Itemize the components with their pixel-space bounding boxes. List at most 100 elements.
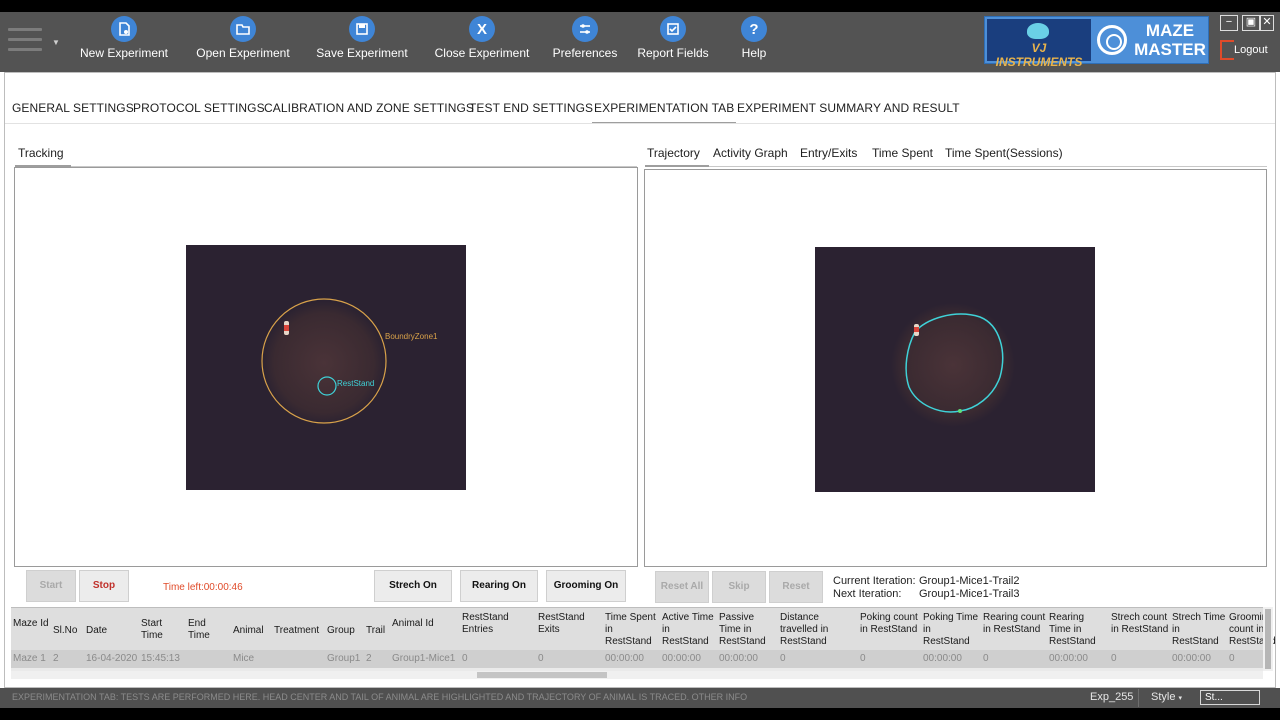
tab-trajectory[interactable]: Trajectory: [647, 146, 700, 160]
tab-tracking[interactable]: Tracking: [18, 146, 64, 160]
close-window-button[interactable]: ✕: [1260, 15, 1274, 31]
menu-icon[interactable]: [8, 28, 42, 56]
table-vertical-scrollbar[interactable]: [1263, 607, 1273, 671]
horizontal-scroll-thumb[interactable]: [477, 672, 607, 678]
column-header[interactable]: Sl.No: [53, 625, 83, 637]
close-experiment-label: Close Experiment: [434, 46, 530, 60]
table-cell: Group1-Mice1: [392, 653, 456, 664]
drop-logo-icon: [1027, 23, 1049, 39]
logout-button[interactable]: Logout: [1218, 40, 1274, 62]
trajectory-tab-underline: [645, 165, 709, 167]
column-header[interactable]: Animal Id: [392, 618, 459, 630]
new-document-icon: [111, 16, 137, 42]
tracking-panel: BoundryZone1 RestStand: [14, 167, 638, 567]
table-row[interactable]: Maze 1 2 16-04-2020 15:45:13 Mice Group1 2 Grou…: [11, 650, 1263, 668]
tab-experiment-summary[interactable]: EXPERIMENT SUMMARY AND RESULT: [737, 101, 960, 115]
table-cell: 00:00:00: [719, 653, 758, 664]
column-header[interactable]: Treatment: [274, 625, 324, 637]
trajectory-header-line: [709, 166, 1267, 167]
open-experiment-label: Open Experiment: [196, 46, 290, 60]
column-header[interactable]: Strech Time in RestStand: [1172, 612, 1226, 648]
column-header[interactable]: Distance travelled in RestStand: [780, 612, 857, 648]
restore-button[interactable]: ▣: [1242, 15, 1260, 31]
top-toolbar: ▼ New Experiment Open Experiment Save Ex…: [0, 12, 1280, 72]
table-cell: 0: [780, 653, 786, 664]
report-fields-button[interactable]: Report Fields: [636, 16, 710, 68]
tab-experimentation[interactable]: EXPERIMENTATION TAB: [591, 101, 737, 124]
new-experiment-button[interactable]: New Experiment: [78, 16, 170, 68]
save-icon: [349, 16, 375, 42]
column-header[interactable]: Strech count in RestStand: [1111, 612, 1169, 636]
strech-on-button[interactable]: Strech On: [374, 570, 452, 602]
tab-time-spent[interactable]: Time Spent: [872, 146, 933, 160]
boundary-zone-label: BoundryZone1: [385, 332, 438, 341]
rest-stand-label: RestStand: [337, 379, 375, 388]
save-experiment-button[interactable]: Save Experiment: [316, 16, 408, 68]
table-cell: 0: [538, 653, 544, 664]
table-cell: Mice: [233, 653, 255, 664]
column-header[interactable]: RestStand Exits: [538, 612, 602, 636]
style-dropdown[interactable]: Style ▾: [1138, 689, 1188, 707]
reset-all-button[interactable]: Reset All: [655, 571, 709, 603]
table-cell: 0: [983, 653, 989, 664]
column-header[interactable]: Poking Time in RestStand: [923, 612, 980, 648]
main-frame: GENERAL SETTINGS PROTOCOL SETTINGS CALIB…: [4, 72, 1276, 688]
column-header[interactable]: Group: [327, 625, 363, 637]
table-horizontal-scrollbar[interactable]: [11, 671, 1263, 679]
current-iteration-label: Current Iteration:: [833, 575, 916, 587]
table-cell: 00:00:00: [605, 653, 644, 664]
current-iteration: Current Iteration: Group1-Mice1-Trail2: [833, 575, 1019, 587]
stop-button[interactable]: Stop: [79, 570, 129, 602]
tab-entry-exits[interactable]: Entry/Exits: [800, 146, 857, 160]
close-experiment-button[interactable]: X Close Experiment: [434, 16, 530, 68]
vj-instruments-logo: VJ INSTRUMENTS: [987, 19, 1091, 69]
current-iteration-value: Group1-Mice1-Trail2: [919, 575, 1020, 587]
column-header[interactable]: RestStand Entries: [462, 612, 535, 636]
next-iteration: Next Iteration: Group1-Mice1-Trail3: [833, 588, 1019, 600]
skip-button[interactable]: Skip: [712, 571, 766, 603]
tab-protocol-settings[interactable]: PROTOCOL SETTINGS: [133, 101, 265, 115]
column-header[interactable]: Rearing Time in RestStand: [1049, 612, 1108, 648]
table-cell: 00:00:00: [662, 653, 701, 664]
help-button[interactable]: ? Help: [736, 16, 772, 68]
column-header[interactable]: Trail: [366, 625, 389, 637]
tab-calibration-zone-settings[interactable]: CALIBRATION AND ZONE SETTINGS: [264, 101, 474, 115]
column-header[interactable]: Time Spent in RestStand: [605, 612, 659, 648]
sliders-icon: [572, 16, 598, 42]
vertical-scroll-thumb[interactable]: [1265, 609, 1271, 669]
table-cell: 15:45:13: [141, 653, 180, 664]
column-header[interactable]: Passive Time in RestStand: [719, 612, 777, 648]
start-button[interactable]: Start: [26, 570, 76, 602]
column-header[interactable]: Rearing count in RestStand: [983, 612, 1046, 636]
column-header[interactable]: Poking count in RestStand: [860, 612, 920, 636]
open-experiment-button[interactable]: Open Experiment: [196, 16, 290, 68]
reset-button[interactable]: Reset: [769, 571, 823, 603]
column-header[interactable]: Date: [86, 625, 138, 637]
tracking-video-feed[interactable]: BoundryZone1 RestStand: [186, 245, 466, 490]
tab-general-settings[interactable]: GENERAL SETTINGS: [12, 101, 134, 115]
time-left-label: Time left:00:00:46: [163, 582, 243, 593]
menu-caret-icon[interactable]: ▼: [52, 38, 60, 47]
close-icon: X: [469, 16, 495, 42]
table-cell: 16-04-2020: [86, 653, 138, 664]
column-header[interactable]: End Time: [188, 618, 230, 642]
column-header[interactable]: Animal: [233, 625, 271, 637]
style-caret-icon: ▾: [1178, 695, 1183, 702]
brand-logo: VJ INSTRUMENTS MAZE MASTER: [984, 16, 1209, 69]
rearing-on-button[interactable]: Rearing On: [460, 570, 538, 602]
grooming-on-button[interactable]: Grooming On: [546, 570, 626, 602]
preferences-button[interactable]: Preferences: [552, 16, 618, 68]
tab-test-end-settings[interactable]: TEST END SETTINGS: [469, 101, 593, 115]
tab-activity-graph[interactable]: Activity Graph: [713, 146, 788, 160]
table-cell: 00:00:00: [923, 653, 962, 664]
minimize-button[interactable]: −: [1220, 15, 1238, 31]
trajectory-video-feed[interactable]: [815, 247, 1095, 492]
maze-master-text: MAZE MASTER: [1134, 21, 1206, 59]
column-header[interactable]: Start Time: [141, 618, 185, 642]
column-header[interactable]: Active Time in RestStand: [662, 612, 716, 648]
status-field[interactable]: St...: [1200, 690, 1260, 705]
maze-master-logo-icon: [1097, 25, 1127, 55]
table-cell: 0: [1111, 653, 1117, 664]
column-header[interactable]: Maze Id: [13, 618, 50, 630]
tab-time-spent-sessions[interactable]: Time Spent(Sessions): [945, 146, 1063, 160]
